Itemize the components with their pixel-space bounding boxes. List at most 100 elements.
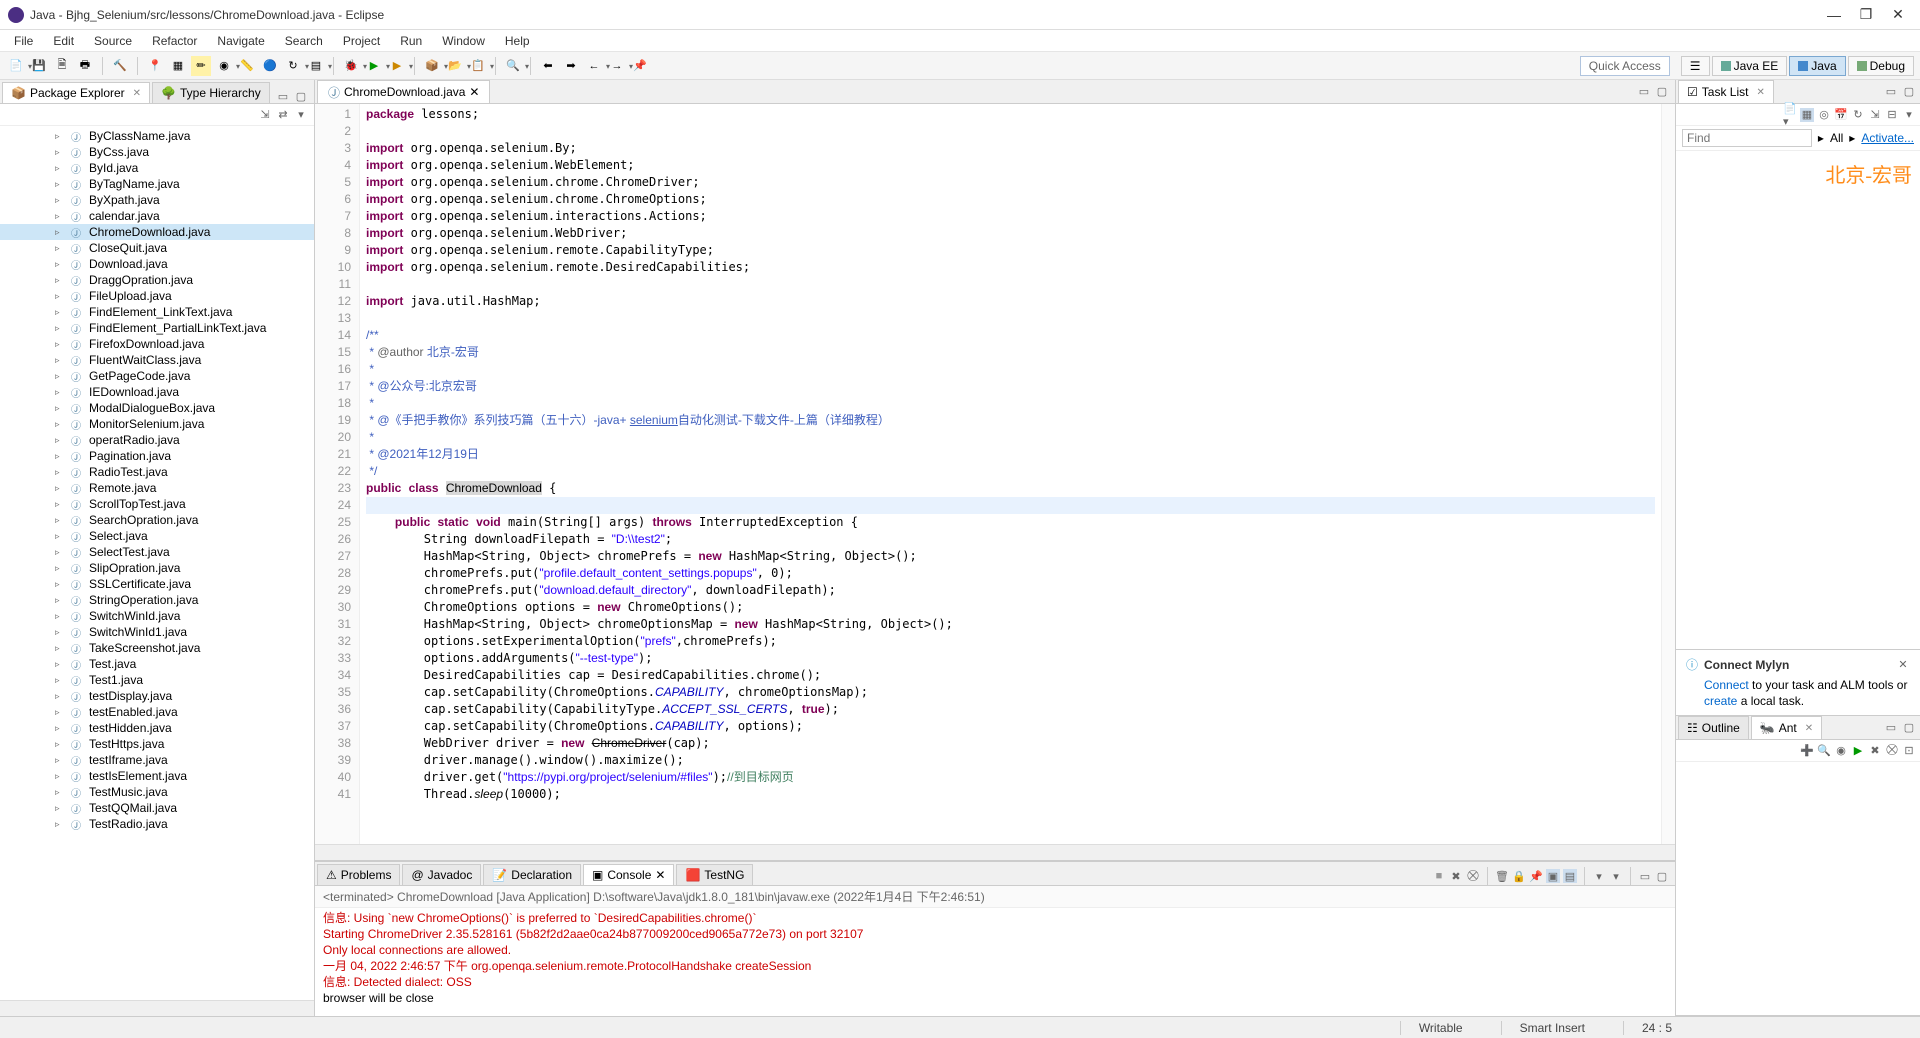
open-console-icon[interactable]: ▤ [1563,869,1577,883]
collapse-icon[interactable]: ⇲ [1868,108,1882,122]
maximize-tasks-icon[interactable]: ▢ [1902,85,1916,99]
menu-project[interactable]: Project [335,32,388,50]
file-radiotest-java[interactable]: ▹ⒿRadioTest.java [0,464,314,480]
run-last-button[interactable]: ▶ [387,56,407,76]
build-button[interactable]: 🔨 [110,56,130,76]
file-draggopration-java[interactable]: ▹ⒿDraggOpration.java [0,272,314,288]
view-menu-icon[interactable]: ▾ [294,108,308,122]
console-output[interactable]: 信息: Using `new ChromeOptions()` is prefe… [315,908,1675,1016]
maximize-view-icon[interactable]: ▢ [294,89,308,103]
pin-icon[interactable]: 📌 [630,56,650,76]
mylyn-create-link[interactable]: create [1704,694,1737,708]
file-iedownload-java[interactable]: ▹ⒿIEDownload.java [0,384,314,400]
print-button[interactable]: 🖶 [75,56,95,76]
file-scrolltoptest-java[interactable]: ▹ⒿScrollTopTest.java [0,496,314,512]
menu-search[interactable]: Search [277,32,331,50]
perspective-debug[interactable]: Debug [1848,56,1914,76]
file-byid-java[interactable]: ▹ⒿById.java [0,160,314,176]
new-console-icon[interactable]: ▾ [1609,869,1623,883]
maximize-button[interactable]: ❐ [1860,9,1872,21]
file-remote-java[interactable]: ▹ⒿRemote.java [0,480,314,496]
focus-icon[interactable]: ◎ [1817,108,1831,122]
file-testiframe-java[interactable]: ▹ⒿtestIframe.java [0,752,314,768]
tab-type-hierarchy[interactable]: 🌳 Type Hierarchy [152,82,270,103]
editor-scrollbar[interactable] [315,844,1675,860]
ant-remove-icon[interactable]: ✖ [1868,744,1882,758]
file-getpagecode-java[interactable]: ▹ⒿGetPageCode.java [0,368,314,384]
ant-props-icon[interactable]: ◉ [1834,744,1848,758]
file-searchopration-java[interactable]: ▹ⒿSearchOpration.java [0,512,314,528]
arrow-icon[interactable]: ▸ [1818,131,1824,145]
all-filter[interactable]: All [1830,131,1843,145]
file-modaldialoguebox-java[interactable]: ▹ⒿModalDialogueBox.java [0,400,314,416]
ant-home-icon[interactable]: ⊡ [1902,744,1916,758]
run-button[interactable]: ▶ [364,56,384,76]
line-gutter[interactable]: 1234567891011121314151617181920212223242… [315,104,360,844]
file-testhttps-java[interactable]: ▹ⒿTestHttps.java [0,736,314,752]
file-switchwinid1-java[interactable]: ▹ⒿSwitchWinId1.java [0,624,314,640]
file-test-java[interactable]: ▹ⒿTest.java [0,656,314,672]
toggle-mark-icon[interactable]: 📍 [145,56,165,76]
pin-console-icon[interactable]: 📌 [1529,869,1543,883]
file-stringoperation-java[interactable]: ▹ⒿStringOperation.java [0,592,314,608]
menu-help[interactable]: Help [497,32,538,50]
menu-window[interactable]: Window [434,32,493,50]
menu-source[interactable]: Source [86,32,140,50]
file-bytagname-java[interactable]: ▹ⒿByTagName.java [0,176,314,192]
file-monitorselenium-java[interactable]: ▹ⒿMonitorSelenium.java [0,416,314,432]
maximize-console-icon[interactable]: ▢ [1655,869,1669,883]
file-findelement_linktext-java[interactable]: ▹ⒿFindElement_LinkText.java [0,304,314,320]
highlight-icon[interactable]: ✏ [191,56,211,76]
show-console-icon[interactable]: ▾ [1592,869,1606,883]
maximize-editor-icon[interactable]: ▢ [1655,85,1669,99]
overview-ruler[interactable] [1661,104,1675,844]
menu-refactor[interactable]: Refactor [144,32,205,50]
tab-ant[interactable]: 🐜 Ant✕ [1751,716,1822,739]
next-edit-icon[interactable]: ➡ [561,56,581,76]
ant-search-icon[interactable]: 🔍 [1817,744,1831,758]
remove-launch-icon[interactable]: ✖ [1449,869,1463,883]
tab-testng[interactable]: 🟥 TestNG [676,864,753,885]
file-fluentwaitclass-java[interactable]: ▹ⒿFluentWaitClass.java [0,352,314,368]
filter-icon[interactable]: ▤ [306,56,326,76]
close-button[interactable]: ✕ [1892,9,1904,21]
close-icon[interactable]: ✕ [133,88,141,99]
file-testradio-java[interactable]: ▹ⒿTestRadio.java [0,816,314,832]
new-task-icon[interactable]: 📄▾ [1783,108,1797,122]
tab-javadoc[interactable]: @ Javadoc [402,864,481,885]
file-takescreenshot-java[interactable]: ▹ⒿTakeScreenshot.java [0,640,314,656]
minimize-tasks-icon[interactable]: ▭ [1884,85,1898,99]
categorize-icon[interactable]: ▦ [1800,108,1814,122]
quick-access-input[interactable]: Quick Access [1580,56,1670,76]
file-sslcertificate-java[interactable]: ▹ⒿSSLCertificate.java [0,576,314,592]
file-byclassname-java[interactable]: ▹ⒿByClassName.java [0,128,314,144]
file-pagination-java[interactable]: ▹ⒿPagination.java [0,448,314,464]
open-perspective-button[interactable]: ☰ [1681,56,1710,76]
menu-navigate[interactable]: Navigate [209,32,272,50]
prev-edit-icon[interactable]: ⬅ [538,56,558,76]
file-closequit-java[interactable]: ▹ⒿCloseQuit.java [0,240,314,256]
close-icon[interactable]: ✕ [1756,87,1764,98]
perspective-javaee[interactable]: Java EE [1712,56,1788,76]
horizontal-scrollbar[interactable] [0,1000,314,1016]
file-slipopration-java[interactable]: ▹ⒿSlipOpration.java [0,560,314,576]
close-icon[interactable]: ✕ [1805,723,1813,734]
collapse-all-icon[interactable]: ⇲ [258,108,272,122]
back-button[interactable]: ← [584,56,604,76]
menu-run[interactable]: Run [392,32,430,50]
terminate-icon[interactable]: ■ [1432,869,1446,883]
tab-package-explorer[interactable]: 📦 Package Explorer✕ [2,82,150,103]
file-byxpath-java[interactable]: ▹ⒿByXpath.java [0,192,314,208]
search-button[interactable]: 🔍 [503,56,523,76]
save-button[interactable]: 💾 [29,56,49,76]
minimize-editor-icon[interactable]: ▭ [1637,85,1651,99]
forward-button[interactable]: → [607,56,627,76]
file-testdisplay-java[interactable]: ▹ⒿtestDisplay.java [0,688,314,704]
scroll-lock-icon[interactable]: 🔒 [1512,869,1526,883]
annotation-icon[interactable]: ◉ [214,56,234,76]
debug-button[interactable]: 🐞 [341,56,361,76]
clear-console-icon[interactable]: 🗑 [1495,869,1509,883]
ant-run-icon[interactable]: ▶ [1851,744,1865,758]
file-chromedownload-java[interactable]: ▹ⒿChromeDownload.java [0,224,314,240]
ant-removeall-icon[interactable]: ⛒ [1885,744,1899,758]
